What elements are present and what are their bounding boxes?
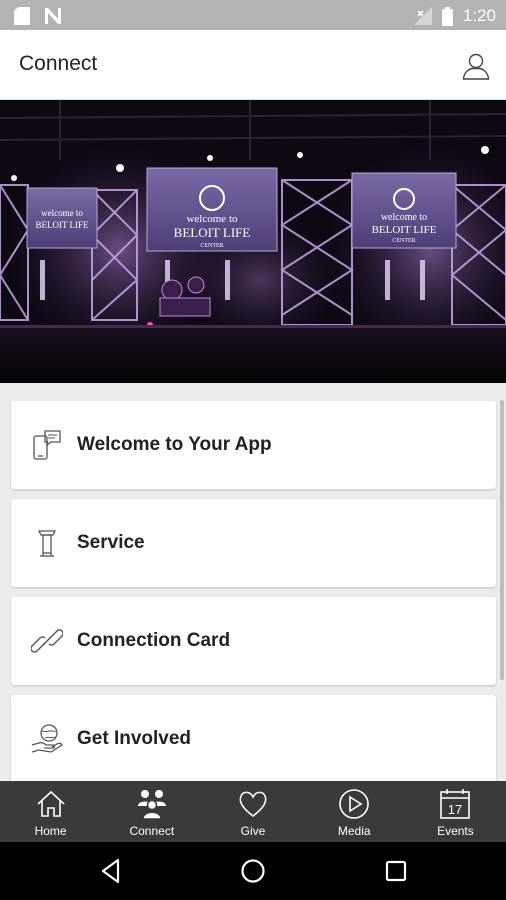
status-time: 1:20: [462, 6, 496, 25]
stage-illustration: welcome to BELOIT LIFE welcome to BELOIT…: [0, 100, 506, 383]
tab-label: Events: [437, 824, 474, 838]
system-nav-bar: [0, 842, 506, 900]
home-icon: [37, 790, 65, 817]
menu-item-service[interactable]: Service: [11, 499, 496, 587]
menu-item-label: Connection Card: [77, 630, 231, 651]
home-circle-icon[interactable]: [238, 856, 268, 886]
bottom-tab-bar: Home Connect Give Media 17 Events: [0, 781, 506, 842]
tab-events[interactable]: 17 Events: [405, 781, 506, 842]
menu-item-label: Service: [77, 532, 145, 553]
tab-label: Home: [34, 824, 67, 838]
podium-icon: [37, 530, 57, 557]
phone-chat-icon: [33, 430, 61, 460]
svg-text:BELOIT LIFE: BELOIT LIFE: [372, 224, 437, 236]
person-icon[interactable]: [462, 52, 490, 80]
back-icon[interactable]: [96, 856, 126, 886]
menu-item-welcome[interactable]: Welcome to Your App: [11, 401, 496, 489]
status-bar: 1:20: [0, 0, 506, 30]
link-icon: [31, 629, 63, 653]
heart-icon: [239, 791, 267, 818]
page-title: Connect: [19, 52, 98, 75]
svg-text:welcome to: welcome to: [186, 213, 238, 225]
stage-screen-right: welcome to BELOIT LIFE CENTER: [351, 172, 457, 249]
menu-item-get-involved[interactable]: Get Involved: [11, 695, 496, 781]
hand-globe-icon: [31, 724, 63, 753]
no-signal-icon: [413, 7, 432, 25]
recents-icon[interactable]: [381, 856, 411, 886]
menu-item-label: Get Involved: [77, 728, 192, 749]
sd-card-icon: [14, 7, 30, 25]
people-icon: [137, 790, 166, 820]
svg-text:BELOIT LIFE: BELOIT LIFE: [35, 220, 89, 230]
tab-connect[interactable]: Connect: [101, 781, 202, 842]
tab-label: Media: [337, 824, 371, 838]
svg-text:BELOIT LIFE: BELOIT LIFE: [174, 225, 251, 240]
hero-image: welcome to BELOIT LIFE welcome to BELOIT…: [0, 100, 506, 383]
svg-text:CENTER: CENTER: [200, 243, 223, 249]
scrollbar[interactable]: [500, 400, 504, 680]
n-notification-icon: [45, 8, 61, 24]
svg-text:welcome to: welcome to: [381, 212, 427, 223]
menu-item-label: Welcome to Your App: [77, 434, 272, 455]
play-circle-icon: [339, 789, 370, 819]
menu-list: Welcome to Your App Service Connection C…: [0, 383, 506, 781]
tab-label: Connect: [129, 824, 175, 838]
calendar-day: 17: [448, 802, 462, 817]
svg-text:CENTER: CENTER: [392, 238, 415, 244]
tab-home[interactable]: Home: [0, 781, 101, 842]
battery-icon: [441, 6, 453, 26]
calendar-icon: 17: [440, 789, 471, 819]
tab-media[interactable]: Media: [304, 781, 405, 842]
stage-screen-left: welcome to BELOIT LIFE: [26, 187, 98, 249]
svg-text:welcome to: welcome to: [41, 208, 83, 218]
tab-give[interactable]: Give: [202, 781, 303, 842]
app-header: Connect: [0, 30, 506, 100]
tab-label: Give: [240, 824, 266, 838]
menu-item-connection-card[interactable]: Connection Card: [11, 597, 496, 685]
stage-screen-center: welcome to BELOIT LIFE CENTER: [146, 167, 278, 252]
